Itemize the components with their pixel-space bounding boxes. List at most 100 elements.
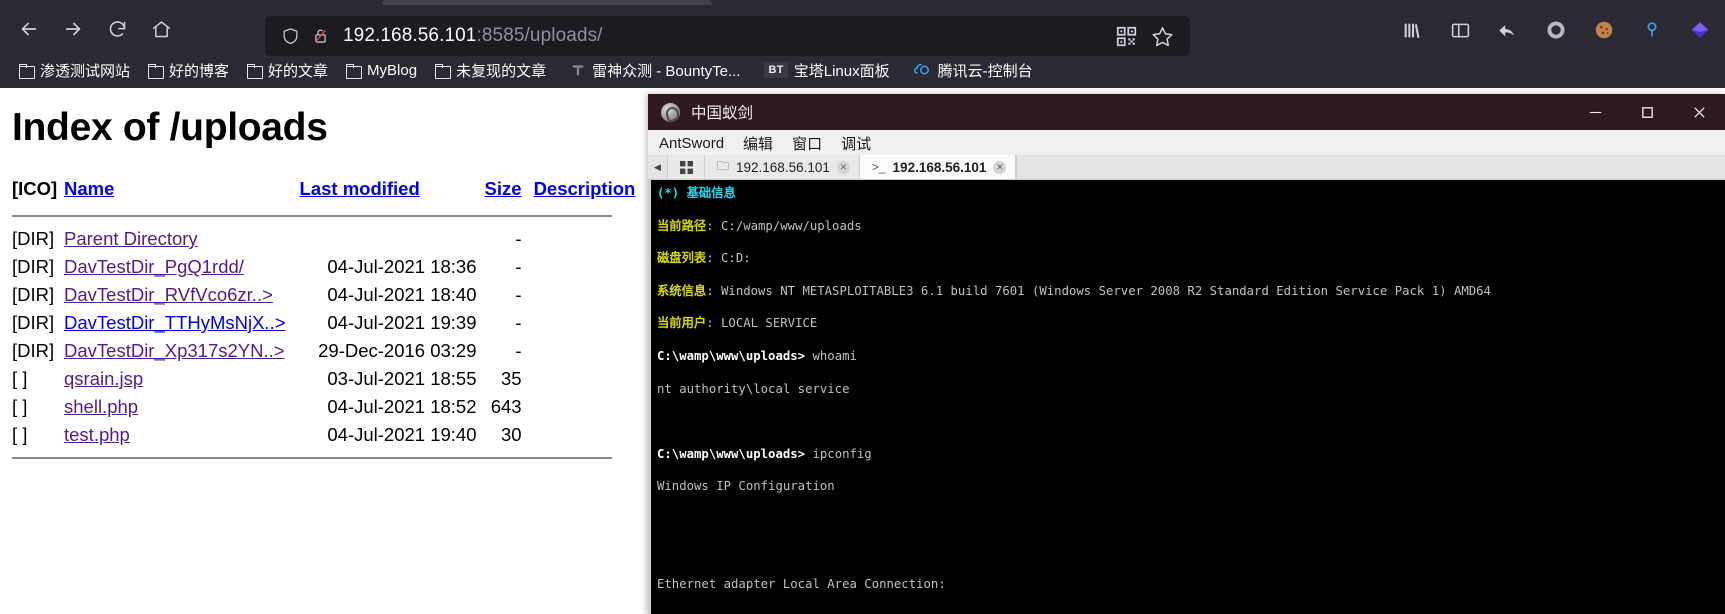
row-description-cell — [534, 309, 636, 337]
antsword-window: 中国蚁剑 AntSword 编辑 窗口 调试 ◀ 🗀 192.168.56.10… — [648, 94, 1725, 614]
folder-icon — [435, 63, 452, 79]
terminal-text: Windows IP Configuration — [657, 479, 835, 494]
row-modified-cell: 29-Dec-2016 03:29 — [318, 340, 477, 361]
antsword-tabbar: ◀ 🗀 192.168.56.101 ✕ >_ 192.168.56.101 ✕ — [648, 155, 1725, 180]
home-button[interactable] — [146, 14, 176, 44]
cloud-icon — [913, 63, 932, 77]
antsword-tab-filemanager[interactable]: 🗀 192.168.56.101 ✕ — [705, 155, 860, 179]
table-row: [DIR] DavTestDir_Xp317s2YN..> 29-Dec-2016 … — [12, 337, 635, 365]
table-row: [ ] shell.php 04-Jul-2021 18:52 643 — [12, 393, 635, 421]
terminal-line: Windows IP Configuration — [657, 478, 1725, 494]
bookmark-label: 渗透测试网站 — [40, 62, 131, 80]
tab-label: 192.168.56.101 — [892, 159, 987, 175]
menu-item-edit[interactable]: 编辑 — [740, 133, 776, 154]
navigation-toolbar: 192.168.56.101:8585/uploads/ — [0, 5, 1725, 56]
row-size-cell: - — [515, 284, 522, 305]
directory-listing-table: [ICO] Name Last modified Size Descriptio… — [12, 178, 635, 459]
menu-item-window[interactable]: 窗口 — [789, 133, 825, 154]
table-row: [DIR] DavTestDir_TTHyMsNjX..> 04-Jul-2021 … — [12, 309, 635, 337]
file-link[interactable]: shell.php — [64, 396, 138, 417]
bookmark-label: 雷神众测 - BountyTe... — [592, 62, 741, 80]
tab-overview-grid-icon[interactable] — [667, 155, 705, 179]
broken-lock-icon[interactable] — [312, 26, 329, 46]
antsword-terminal-output[interactable]: (*) 基础信息 当前路径: C:/wamp/www/uploads 磁盘列表:… — [648, 180, 1725, 614]
terminal-line: 磁盘列表: C:D: — [657, 250, 1725, 266]
file-link[interactable]: DavTestDir_Xp317s2YN..> — [64, 340, 285, 361]
star-icon[interactable] — [1151, 25, 1174, 48]
row-modified-cell: 04-Jul-2021 18:52 — [327, 396, 477, 417]
library-icon[interactable] — [1399, 17, 1425, 43]
antsword-tab-terminal[interactable]: >_ 192.168.56.101 ✕ — [859, 155, 1017, 179]
back-button[interactable] — [14, 14, 44, 44]
table-row: [ ] test.php 04-Jul-2021 19:40 30 — [12, 421, 635, 449]
maximize-button[interactable] — [1621, 94, 1673, 130]
menu-item-debug[interactable]: 调试 — [838, 133, 874, 154]
file-link[interactable]: Parent Directory — [64, 228, 198, 249]
row-modified-cell: 04-Jul-2021 18:40 — [327, 284, 477, 305]
menu-item-antsword[interactable]: AntSword — [656, 135, 727, 152]
bookmark-item-0[interactable]: 渗透测试网站 — [10, 57, 139, 84]
file-link[interactable]: qsrain.jsp — [64, 368, 143, 389]
sort-by-size-link[interactable]: Size — [485, 178, 522, 199]
close-button[interactable] — [1673, 94, 1725, 130]
extension-diamond-icon[interactable] — [1687, 17, 1713, 43]
tab-close-icon[interactable]: ✕ — [993, 160, 1007, 174]
bookmark-item-4[interactable]: 未复现的文章 — [426, 57, 555, 84]
qr-code-icon[interactable] — [1116, 26, 1137, 47]
address-bar[interactable]: 192.168.56.101:8585/uploads/ — [265, 16, 1190, 56]
bookmark-item-1[interactable]: 好的博客 — [139, 57, 238, 84]
table-row: [DIR] DavTestDir_PgQ1rdd/04-Jul-2021 18:3… — [12, 253, 635, 281]
minimize-button[interactable] — [1569, 94, 1621, 130]
row-size-cell: - — [515, 312, 522, 333]
table-divider-bottom — [12, 449, 635, 459]
folder-icon — [148, 63, 165, 79]
terminal-line: 系统信息: Windows NT METASPLOITABLE3 6.1 bui… — [657, 283, 1725, 299]
table-row: [DIR] DavTestDir_RVfVco6zr..> 04-Jul-2021 … — [12, 281, 635, 309]
file-link[interactable]: test.php — [64, 424, 130, 445]
antsword-menubar: AntSword 编辑 窗口 调试 — [648, 130, 1725, 156]
terminal-text: : C:D: — [706, 251, 751, 266]
table-header-row: [ICO] Name Last modified Size Descriptio… — [12, 178, 635, 210]
browser-chrome: 192.168.56.101:8585/uploads/ 渗透测试网站 好的博客… — [0, 0, 1725, 88]
cookie-icon[interactable] — [1591, 17, 1617, 43]
undo-arrow-icon[interactable] — [1495, 17, 1521, 43]
header-modified: Last modified — [300, 178, 485, 210]
bookmark-item-7[interactable]: 腾讯云-控制台 — [905, 57, 1042, 84]
tab-scroll-left-icon[interactable]: ◀ — [648, 155, 667, 179]
table-divider-top — [12, 210, 635, 225]
sort-by-name-link[interactable]: Name — [64, 178, 114, 199]
header-icon: [ICO] — [12, 178, 58, 199]
file-link[interactable]: DavTestDir_PgQ1rdd/ — [64, 256, 244, 277]
row-modified-cell: 04-Jul-2021 18:36 — [327, 256, 477, 277]
sort-by-modified-link[interactable]: Last modified — [300, 178, 420, 199]
container-circle-icon[interactable] — [1543, 17, 1569, 43]
table-row: [ ] qsrain.jsp 03-Jul-2021 18:55 35 — [12, 365, 635, 393]
bookmark-label: 宝塔Linux面板 — [793, 62, 890, 80]
location-pin-icon[interactable] — [1639, 17, 1665, 43]
terminal-line: C:\wamp\www\uploads> ipconfig — [657, 446, 1725, 462]
bookmark-item-3[interactable]: MyBlog — [337, 59, 426, 82]
forward-button[interactable] — [58, 14, 88, 44]
browser-toolbar-icons — [1399, 17, 1713, 43]
header-size: Size — [485, 178, 534, 210]
bookmark-item-5[interactable]: 雷神众测 - BountyTe... — [561, 57, 749, 84]
terminal-text: 当前用户 — [657, 316, 707, 331]
bookmark-item-2[interactable]: 好的文章 — [238, 57, 337, 84]
file-link[interactable]: DavTestDir_RVfVco6zr..> — [64, 284, 273, 305]
file-link[interactable]: DavTestDir_TTHyMsNjX..> — [64, 312, 286, 333]
row-description-cell — [534, 281, 636, 309]
tab-close-icon[interactable]: ✕ — [836, 160, 850, 174]
bookmark-item-6[interactable]: BT 宝塔Linux面板 — [755, 57, 898, 84]
row-description-cell — [534, 365, 636, 393]
reload-button[interactable] — [102, 14, 132, 44]
row-description-cell — [534, 225, 636, 253]
sidebar-icon[interactable] — [1447, 17, 1473, 43]
antsword-window-title: 中国蚁剑 — [691, 105, 754, 122]
sort-by-description-link[interactable]: Description — [534, 178, 636, 199]
shield-icon[interactable] — [281, 26, 300, 46]
antsword-titlebar[interactable]: 中国蚁剑 — [648, 94, 1725, 130]
row-icon-cell: [DIR] — [12, 256, 55, 277]
url-text[interactable]: 192.168.56.101:8585/uploads/ — [343, 25, 603, 47]
